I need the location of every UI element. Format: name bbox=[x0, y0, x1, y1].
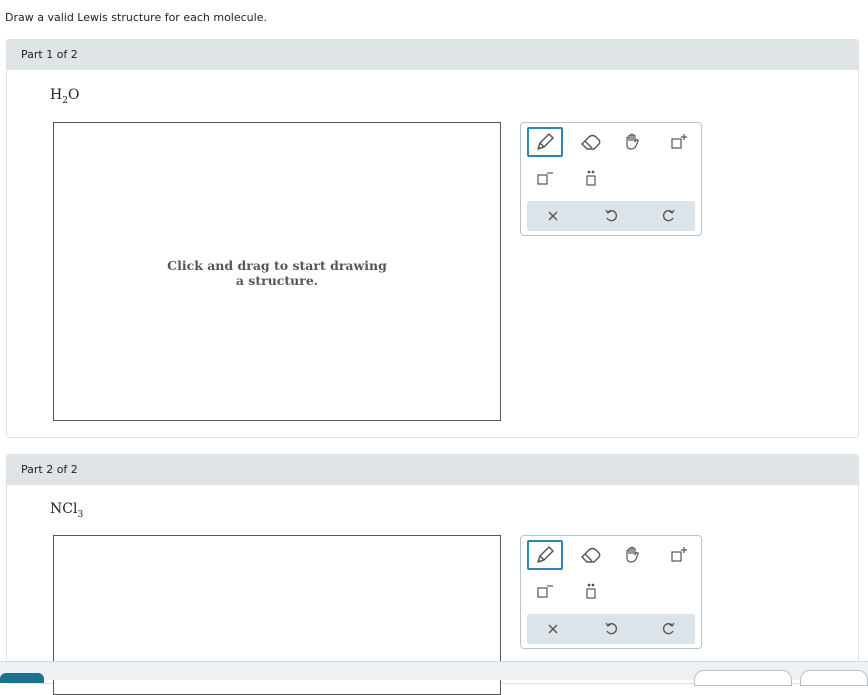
toolbox-actions bbox=[527, 201, 695, 231]
eraser-icon[interactable] bbox=[573, 127, 609, 157]
footer-button[interactable] bbox=[800, 670, 868, 686]
positive-charge-icon[interactable] bbox=[661, 540, 697, 570]
drawing-canvas[interactable]: Click and drag to start drawing a struct… bbox=[53, 122, 501, 421]
canvas-hint: Click and drag to start drawing a struct… bbox=[167, 258, 387, 288]
undo-icon[interactable] bbox=[591, 201, 631, 231]
clear-icon[interactable] bbox=[533, 201, 573, 231]
part-2-panel: Part 2 of 2 NCl3 bbox=[6, 454, 859, 695]
molecule-formula: H2O bbox=[50, 87, 80, 106]
footer-button[interactable] bbox=[694, 670, 792, 686]
eraser-icon[interactable] bbox=[573, 540, 609, 570]
pencil-icon[interactable] bbox=[527, 540, 563, 570]
instructions-text: Draw a valid Lewis structure for each mo… bbox=[5, 11, 267, 24]
redo-icon[interactable] bbox=[649, 201, 689, 231]
pencil-icon[interactable] bbox=[527, 127, 563, 157]
part-1-panel: Part 1 of 2 H2O Click and drag to start … bbox=[6, 39, 859, 438]
drawing-toolbox bbox=[520, 535, 702, 649]
part-2-header: Part 2 of 2 bbox=[7, 455, 858, 485]
hand-icon[interactable] bbox=[615, 127, 651, 157]
toolbox-actions bbox=[527, 614, 695, 644]
drawing-toolbox bbox=[520, 122, 702, 236]
footer-tab[interactable] bbox=[0, 673, 44, 683]
part-1-header: Part 1 of 2 bbox=[7, 40, 858, 70]
negative-charge-icon[interactable] bbox=[527, 163, 563, 193]
lone-pair-icon[interactable] bbox=[573, 163, 609, 193]
redo-icon[interactable] bbox=[649, 614, 689, 644]
negative-charge-icon[interactable] bbox=[527, 576, 563, 606]
lone-pair-icon[interactable] bbox=[573, 576, 609, 606]
clear-icon[interactable] bbox=[533, 614, 573, 644]
hand-icon[interactable] bbox=[615, 540, 651, 570]
molecule-formula: NCl3 bbox=[50, 501, 84, 520]
positive-charge-icon[interactable] bbox=[661, 127, 697, 157]
undo-icon[interactable] bbox=[591, 614, 631, 644]
